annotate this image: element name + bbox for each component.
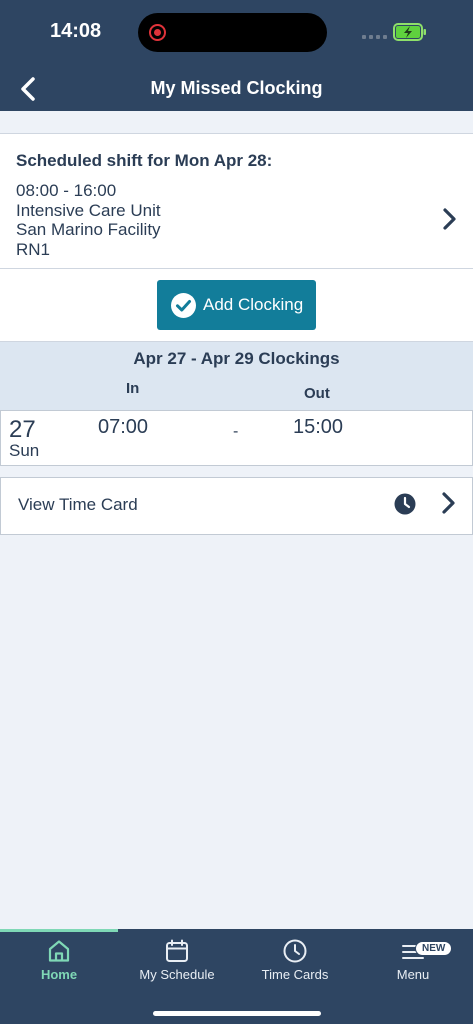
in-column-header: In: [126, 380, 140, 397]
clock-icon: [283, 939, 307, 963]
shift-facility: San Marino Facility: [16, 220, 161, 239]
view-time-card-label: View Time Card: [18, 495, 138, 514]
shift-time-range: 08:00 - 16:00: [16, 181, 117, 200]
clock-icon: [394, 493, 416, 515]
shift-unit: Intensive Care Unit: [16, 200, 161, 220]
new-badge: NEW: [415, 941, 453, 956]
status-time: 14:08: [50, 20, 102, 42]
day-number: 27: [9, 416, 36, 443]
tab-home[interactable]: Home: [0, 938, 118, 982]
shift-heading: Scheduled shift for Mon Apr 28:: [16, 151, 273, 170]
scheduled-shift-card[interactable]: Scheduled shift for Mon Apr 28: 08:00 - …: [0, 133, 473, 269]
clockings-title: Apr 27 - Apr 29 Clockings: [133, 349, 340, 368]
tab-my-schedule[interactable]: My Schedule: [118, 938, 236, 982]
check-circle-icon: [171, 292, 196, 318]
tab-menu[interactable]: Menu: [354, 938, 472, 982]
add-clocking-button[interactable]: Add Clocking: [157, 280, 316, 330]
shift-role: RN1: [16, 239, 51, 259]
time-separator: -: [233, 423, 239, 440]
signal-icon: [362, 35, 387, 39]
clockings-header: Apr 27 - Apr 29 Clockings In Out: [0, 341, 473, 410]
add-clocking-label: Add Clocking: [203, 295, 304, 314]
day-name: Sun: [9, 441, 40, 460]
home-indicator: [153, 1011, 321, 1016]
battery-icon: [393, 23, 426, 41]
clock-in-time: 07:00: [98, 416, 149, 438]
active-tab-indicator: [0, 929, 118, 932]
calendar-icon: [166, 939, 188, 962]
clock-out-time: 15:00: [293, 416, 344, 438]
chevron-right-icon[interactable]: [440, 206, 460, 232]
page-title: My Missed Clocking: [150, 78, 323, 98]
chevron-right-icon[interactable]: [440, 490, 458, 516]
add-clocking-area: Add Clocking: [0, 269, 473, 341]
tab-time-cards[interactable]: Time Cards: [236, 938, 354, 982]
tab-time-cards-label: Time Cards: [261, 967, 329, 982]
recording-icon: [149, 24, 166, 41]
home-icon: [48, 940, 70, 962]
top-bar: 14:08 My Missed Clocking: [0, 0, 473, 111]
tab-menu-label: Menu: [396, 967, 430, 982]
clocking-row[interactable]: 27 Sun 07:00 - 15:00: [0, 410, 473, 466]
out-column-header: Out: [304, 385, 330, 402]
tab-home-label: Home: [40, 967, 78, 982]
tab-my-schedule-label: My Schedule: [139, 967, 215, 982]
bottom-tab-bar: Home My Schedule Time Cards Menu NEW: [0, 929, 473, 1024]
dynamic-island: [138, 13, 327, 52]
